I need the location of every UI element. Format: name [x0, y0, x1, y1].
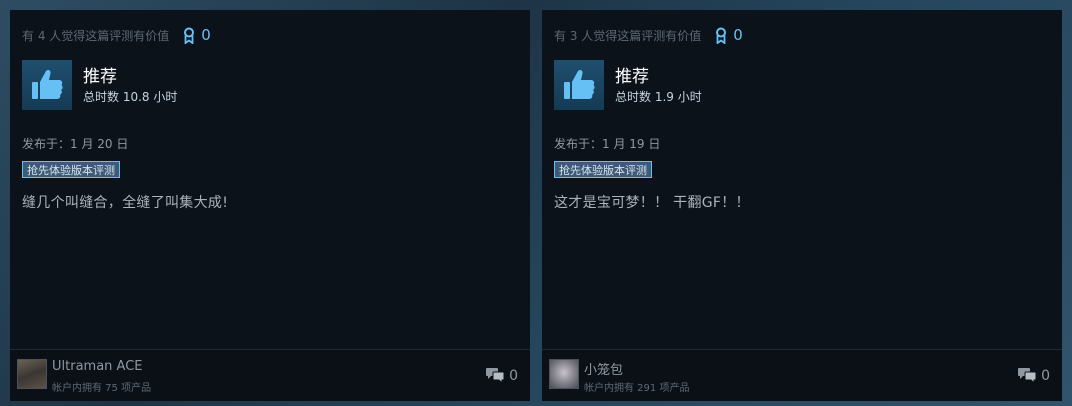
review-card: 有 4 人觉得这篇评测有价值 0 推荐 总时数 10.8 小时 发布于：1 月 … [10, 10, 530, 401]
author-name[interactable]: Ultraman ACE [52, 359, 143, 374]
review-footer: 小笼包 帐户内拥有 291 项产品 0 [542, 349, 1062, 401]
posted-date: 发布于：1 月 19 日 [554, 137, 661, 151]
recommendation-header[interactable]: 推荐 总时数 10.8 小时 [22, 60, 177, 110]
review-text: 这才是宝可梦！！ 干翻GF！！ [554, 195, 750, 211]
comment-icon [1018, 368, 1037, 384]
author-name[interactable]: 小笼包 [584, 359, 623, 378]
comment-count: 0 [509, 367, 518, 384]
helpful-text: 有 4 人觉得这篇评测有价值 [22, 28, 170, 43]
recommendation-header[interactable]: 推荐 总时数 1.9 小时 [554, 60, 702, 110]
posted-date: 发布于：1 月 20 日 [22, 137, 129, 151]
helpful-count: 有 3 人觉得这篇评测有价值 0 [554, 26, 743, 44]
comments-button[interactable]: 0 [485, 367, 518, 384]
award-icon [184, 27, 195, 44]
comment-count: 0 [1041, 367, 1050, 384]
playtime-hours: 总时数 1.9 小时 [615, 89, 702, 104]
playtime-hours: 总时数 10.8 小时 [83, 89, 178, 104]
thumbs-up-icon [22, 60, 72, 110]
helpful-count: 有 4 人觉得这篇评测有价值 0 [22, 26, 211, 44]
award-icon [716, 27, 727, 44]
recommendation-label: 推荐 [615, 66, 649, 87]
thumbs-up-icon [554, 60, 604, 110]
recommendation-label: 推荐 [83, 66, 117, 87]
helpful-text: 有 3 人觉得这篇评测有价值 [554, 28, 702, 43]
comment-icon [486, 368, 505, 384]
avatar[interactable] [17, 359, 47, 389]
author-products: 帐户内拥有 291 项产品 [584, 383, 690, 394]
avatar[interactable] [549, 359, 579, 389]
award-count: 0 [201, 26, 211, 44]
award-button[interactable]: 0 [715, 26, 743, 44]
comments-button[interactable]: 0 [1017, 367, 1050, 384]
review-card: 有 3 人觉得这篇评测有价值 0 推荐 总时数 1.9 小时 发布于：1 月 1… [542, 10, 1062, 401]
review-text: 缝几个叫缝合，全缝了叫集大成! [22, 195, 229, 211]
early-access-badge: 抢先体验版本评测 [554, 161, 652, 178]
award-count: 0 [733, 26, 743, 44]
author-products: 帐户内拥有 75 项产品 [52, 383, 152, 394]
award-button[interactable]: 0 [183, 26, 211, 44]
review-footer: Ultraman ACE 帐户内拥有 75 项产品 0 [10, 349, 530, 401]
early-access-badge: 抢先体验版本评测 [22, 161, 120, 178]
